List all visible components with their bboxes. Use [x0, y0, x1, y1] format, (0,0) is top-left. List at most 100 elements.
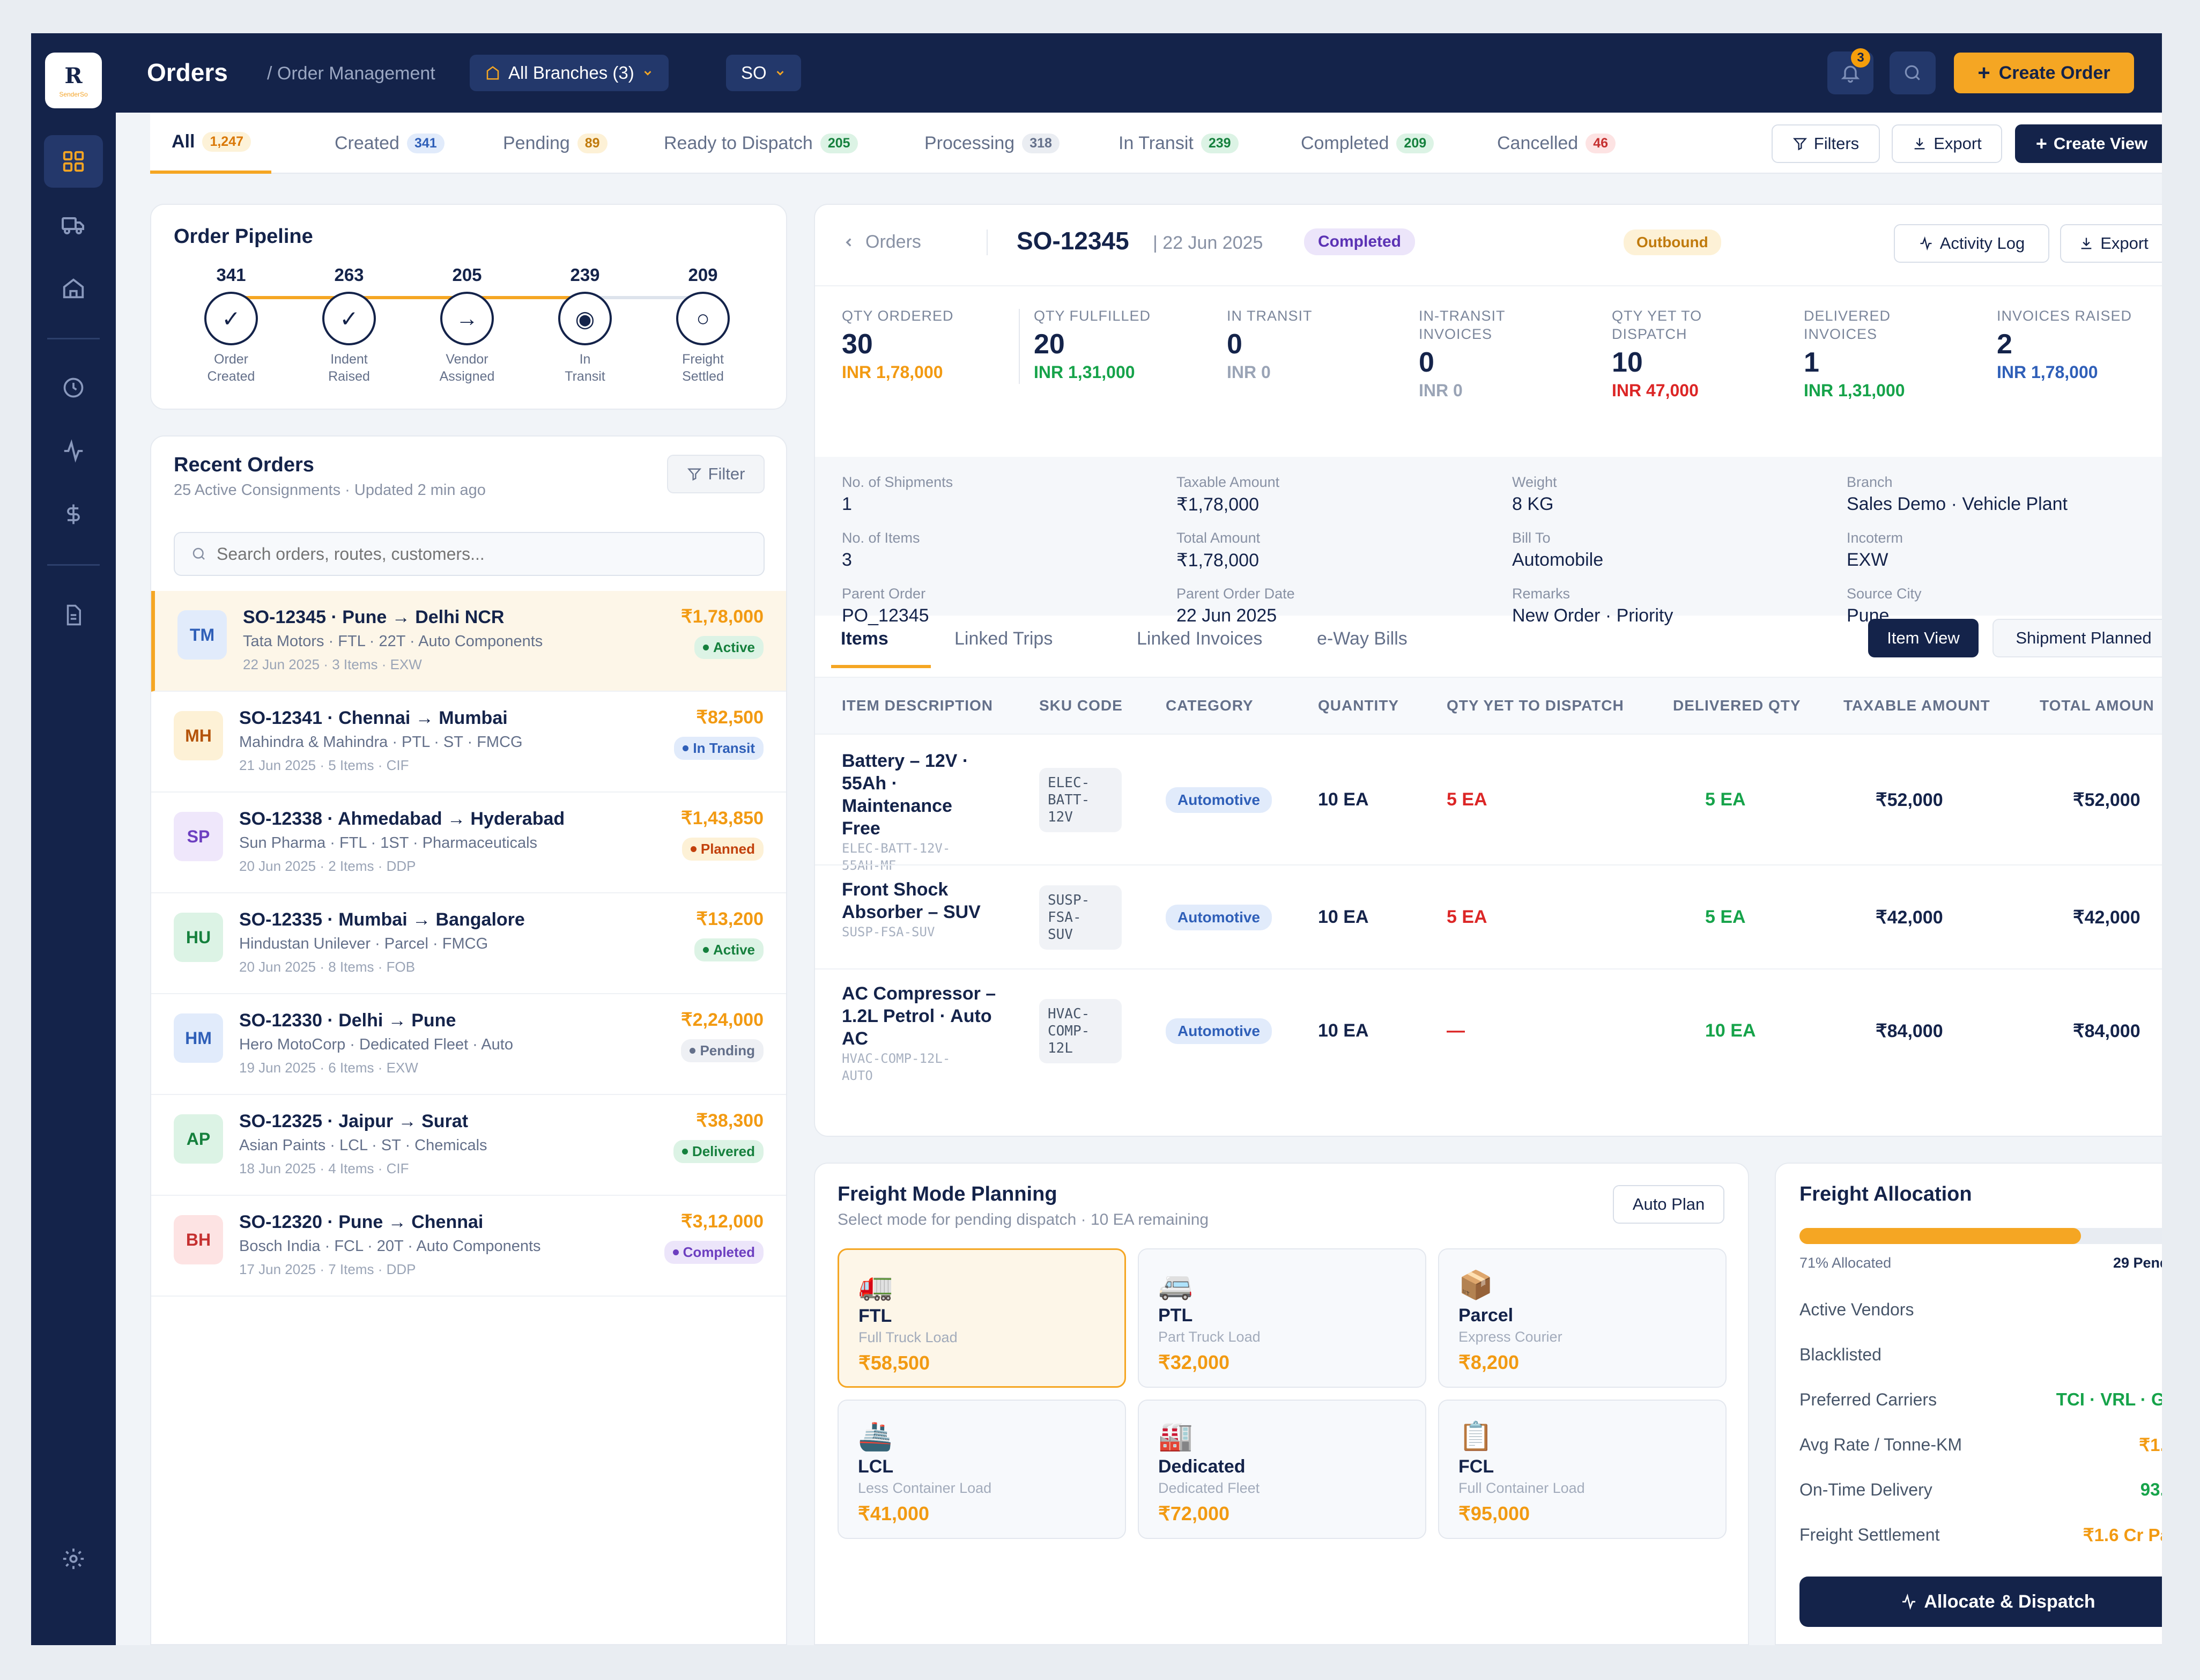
- mode-icon: 📦: [1458, 1270, 1493, 1301]
- column-header[interactable]: TOTAL AMOUN: [2040, 697, 2154, 714]
- plus-icon: +: [2035, 132, 2047, 154]
- header-divider: [987, 230, 988, 255]
- tab-cancelled[interactable]: Cancelled 46: [1497, 113, 1616, 174]
- sidebar-item-shipments[interactable]: [44, 198, 103, 251]
- sidebar-item-settings[interactable]: [44, 1533, 103, 1585]
- pipeline-stage-in-transit[interactable]: 239 ◉ In Transit: [550, 265, 620, 385]
- table-row[interactable]: Battery – 12V · 55Ah · Maintenance Free ELEC…: [815, 734, 2162, 873]
- sidebar-item-finance[interactable]: [44, 488, 103, 541]
- sku-line: COMP-: [1048, 1023, 1090, 1039]
- auto-plan-button[interactable]: Auto Plan: [1613, 1185, 1724, 1224]
- tab-created[interactable]: Created 341: [335, 113, 445, 174]
- tab-label: Items: [841, 628, 888, 649]
- order-row[interactable]: AP SO-12325 · Jaipur → Surat Asian Paints …: [151, 1095, 786, 1196]
- kpi-label: IN TRANSIT: [1227, 308, 1313, 324]
- table-row[interactable]: Front Shock Absorber – SUV SUSP-FSA-SUV SUS…: [815, 864, 2162, 968]
- tab-processing[interactable]: Processing 318: [924, 113, 1060, 174]
- info-value: EXW: [1847, 550, 1888, 570]
- info-label: Source City: [1847, 586, 1922, 602]
- sku-line: BATT-: [1048, 792, 1090, 808]
- order-search-box[interactable]: [174, 532, 765, 576]
- stage-count: 209: [688, 265, 718, 285]
- pipeline-stage-freight-settled[interactable]: 209 ○ Freight Settled: [668, 265, 738, 385]
- tab-completed[interactable]: Completed 209: [1301, 113, 1434, 174]
- pipeline-stage-order-created[interactable]: 341 ✓ Order Created: [196, 265, 266, 385]
- back-to-orders-link[interactable]: Orders: [842, 232, 921, 253]
- detail-export-button[interactable]: Export: [2060, 224, 2162, 263]
- table-row[interactable]: AC Compressor –1.2L Petrol · Auto AC HVAC-…: [815, 968, 2162, 1092]
- activity-log-button[interactable]: Activity Log: [1894, 224, 2049, 263]
- freight-mode-ftl[interactable]: 🚛 FTL Full Truck Load ₹58,500: [838, 1248, 1126, 1388]
- shipment-planned-label: Shipment Planned: [2016, 628, 2152, 647]
- order-row[interactable]: TM SO-12345 · Pune → Delhi NCR Tata Motors…: [151, 591, 786, 692]
- info-label: Incoterm: [1847, 530, 1903, 546]
- stage-label: Indent: [330, 352, 368, 367]
- taxable-amount: ₹52,000: [1876, 790, 1943, 810]
- item-tab-eway-bills[interactable]: e-Way Bills: [1317, 628, 1408, 649]
- column-header[interactable]: TAXABLE AMOUNT: [1843, 697, 1990, 714]
- create-order-button[interactable]: + Create Order: [1954, 53, 2134, 93]
- export-button[interactable]: Export: [1892, 124, 2002, 163]
- allocate-dispatch-button[interactable]: Allocate & Dispatch: [1799, 1577, 2162, 1627]
- column-header[interactable]: SKU CODE: [1039, 697, 1123, 714]
- pipeline-stage-indent-raised[interactable]: 263 ✓ Indent Raised: [314, 265, 384, 385]
- item-tab-linked-trips[interactable]: Linked Trips: [954, 628, 1053, 649]
- order-row[interactable]: SP SO-12338 · Ahmedabad → Hyderabad Sun Ph…: [151, 793, 786, 893]
- global-search-button[interactable]: [1890, 51, 1936, 94]
- freight-allocation-title: Freight Allocation: [1799, 1183, 1972, 1205]
- info-value: 1: [842, 494, 852, 514]
- item-view-button[interactable]: Item View: [1868, 619, 1979, 657]
- column-header[interactable]: ITEM DESCRIPTION: [842, 697, 993, 714]
- branch-selector[interactable]: All Branches (3): [470, 55, 669, 91]
- tab-pending[interactable]: Pending 89: [503, 113, 608, 174]
- pipeline-stage-vendor-assigned[interactable]: 205 → Vendor Assigned: [432, 265, 502, 385]
- column-header[interactable]: CATEGORY: [1166, 697, 1254, 714]
- sidebar-item-dashboard[interactable]: [44, 135, 103, 188]
- column-header[interactable]: QTY YET TO DISPATCH: [1447, 697, 1624, 714]
- page-title: Orders: [147, 58, 228, 86]
- mode-icon: 🚢: [858, 1421, 893, 1452]
- column-header[interactable]: QUANTITY: [1318, 697, 1399, 714]
- freight-mode-lcl[interactable]: 🚢 LCL Less Container Load ₹41,000: [838, 1400, 1126, 1539]
- allocation-progress-track: [1799, 1228, 2162, 1244]
- order-row[interactable]: HM SO-12330 · Delhi → Pune Hero MotoCorp ·…: [151, 994, 786, 1095]
- breadcrumb[interactable]: / Order Management: [267, 63, 435, 84]
- tab-all[interactable]: All 1,247: [150, 113, 272, 174]
- freight-mode-ptl[interactable]: 🚐 PTL Part Truck Load ₹32,000: [1138, 1248, 1426, 1388]
- app-logo[interactable]: R SenderSo: [45, 53, 102, 108]
- info-field: Incoterm EXW: [1847, 530, 2162, 571]
- sidebar-item-documents[interactable]: [44, 589, 103, 641]
- order-search-input[interactable]: [217, 544, 731, 564]
- info-label: Parent Order Date: [1176, 586, 1295, 602]
- notifications-button[interactable]: 3: [1827, 48, 1873, 94]
- order-meta: 20 Jun 2025 · 2 Items · DDP: [239, 858, 416, 874]
- order-row[interactable]: HU SO-12335 · Mumbai → Bangalore Hindustan…: [151, 893, 786, 994]
- freight-mode-dedicated[interactable]: 🏭 Dedicated Dedicated Fleet ₹72,000: [1138, 1400, 1426, 1539]
- order-amount: ₹13,200: [696, 909, 764, 929]
- quantity: 10 EA: [1318, 1020, 1369, 1041]
- order-route: SO-12335 · Mumbai → Bangalore: [239, 909, 525, 930]
- sidebar-item-history[interactable]: [44, 361, 103, 414]
- column-header[interactable]: DELIVERED QTY: [1673, 697, 1801, 714]
- sidebar-item-analytics[interactable]: [44, 425, 103, 477]
- order-row[interactable]: BH SO-12320 · Pune → Chennai Bosch India ·…: [151, 1196, 786, 1297]
- create-view-button[interactable]: + Create View: [2015, 124, 2162, 163]
- recent-filter-button[interactable]: Filter: [667, 455, 765, 493]
- item-tab-active-underline: [831, 665, 931, 668]
- order-type-selector[interactable]: SO: [726, 55, 801, 91]
- stage-label: Order: [214, 352, 248, 367]
- tab-ready-to-dispatch[interactable]: Ready to Dispatch 205: [664, 113, 858, 174]
- order-amount: ₹38,300: [696, 1111, 764, 1131]
- delivered-qty: 5 EA: [1705, 907, 1746, 927]
- order-row[interactable]: MH SO-12341 · Chennai → Mumbai Mahindra & …: [151, 692, 786, 793]
- export-label: Export: [1934, 134, 1982, 153]
- shipment-planned-button[interactable]: Shipment Planned: [1992, 619, 2162, 657]
- sidebar-item-warehouse[interactable]: [44, 262, 103, 314]
- freight-mode-parcel[interactable]: 📦 Parcel Express Courier ₹8,200: [1438, 1248, 1727, 1388]
- mode-price: ₹72,000: [1158, 1503, 1230, 1524]
- item-tab-items[interactable]: Items: [841, 628, 888, 649]
- item-tab-linked-invoices[interactable]: Linked Invoices: [1137, 628, 1262, 649]
- tab-in-transit[interactable]: In Transit 239: [1118, 113, 1239, 174]
- filters-button[interactable]: Filters: [1772, 124, 1880, 163]
- freight-mode-fcl[interactable]: 📋 FCL Full Container Load ₹95,000: [1438, 1400, 1727, 1539]
